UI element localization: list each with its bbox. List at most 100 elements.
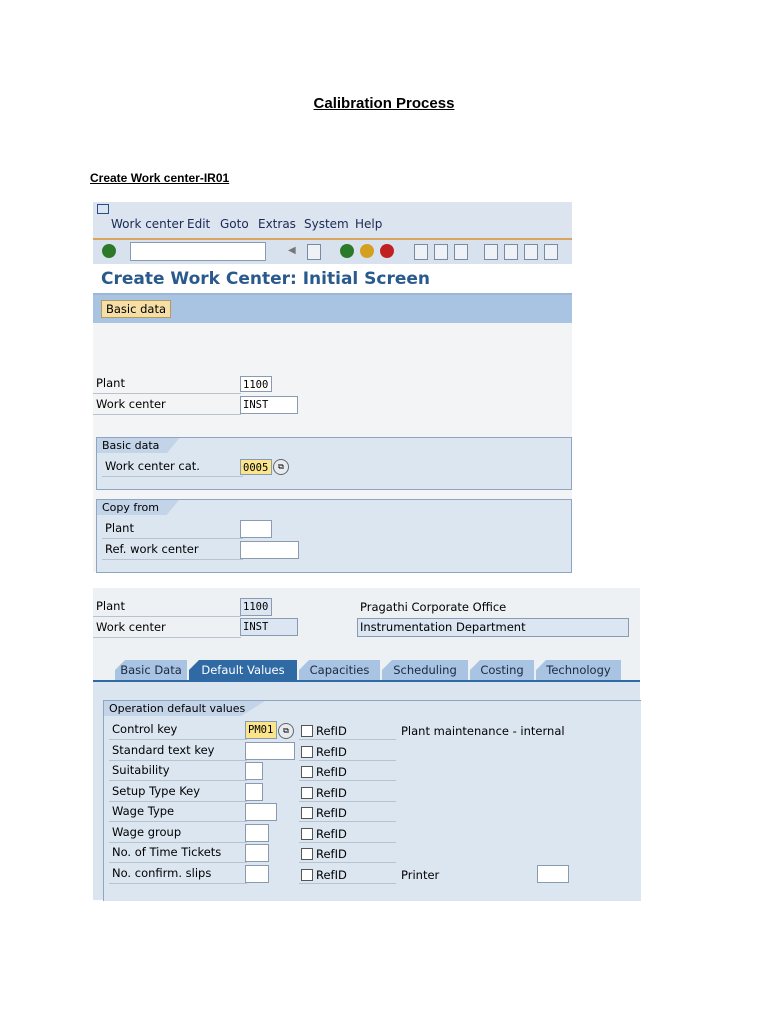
row-divider: [299, 862, 396, 863]
sap-screenshot-initial: Work center Edit Goto Extras System Help…: [93, 202, 572, 573]
ref-work-center-input[interactable]: [240, 541, 299, 559]
menu-work-center[interactable]: Work center: [111, 217, 184, 231]
row-label: Suitability: [109, 761, 247, 781]
back-arrow-icon[interactable]: ◀: [288, 244, 296, 258]
screen-title: Create Work Center: Initial Screen: [101, 269, 431, 289]
refid-label: RefID: [316, 765, 347, 779]
menu-help[interactable]: Help: [355, 217, 382, 231]
row-input[interactable]: [245, 844, 269, 862]
group-title: Operation default values: [104, 701, 266, 716]
menu-bar: Work center Edit Goto Extras System Help: [93, 202, 572, 240]
row-divider: [299, 739, 396, 740]
find-next-icon[interactable]: [454, 244, 468, 260]
menu-edit[interactable]: Edit: [187, 217, 210, 231]
sap-screenshot-default-values: Plant 1100 Pragathi Corporate Office Wor…: [93, 588, 641, 901]
work-center-label: Work center: [93, 618, 241, 638]
printer-input[interactable]: [537, 864, 569, 883]
plant-label: Plant: [93, 597, 241, 617]
title-bar: Create Work Center: Initial Screen: [93, 264, 572, 295]
refid-checkbox[interactable]: [301, 725, 313, 737]
menu-goto[interactable]: Goto: [220, 217, 249, 231]
refid-label: RefID: [316, 806, 347, 820]
row-input[interactable]: [245, 823, 269, 842]
row-label: Standard text key: [109, 741, 247, 761]
group-title: Basic data: [97, 438, 180, 453]
copy-plant-input[interactable]: [240, 520, 272, 538]
row-input[interactable]: PM01: [245, 721, 277, 739]
tab-technology[interactable]: Technology: [536, 660, 621, 680]
refid-checkbox[interactable]: [301, 766, 313, 778]
copy-from-group: Copy from Plant Ref. work center: [96, 499, 572, 573]
tab-panel: Operation default values Control key PM01…: [93, 680, 641, 901]
exit-icon[interactable]: [360, 244, 374, 258]
document-page: Calibration Process Create Work center-I…: [0, 0, 768, 1024]
command-field[interactable]: [130, 242, 266, 261]
tab-costing[interactable]: Costing: [470, 660, 534, 680]
row-label: Wage Type: [109, 802, 247, 822]
row-input[interactable]: [245, 803, 277, 821]
work-center-cat-label: Work center cat.: [102, 457, 243, 477]
row-label: Setup Type Key: [109, 782, 247, 802]
work-center-value: INST: [240, 618, 298, 636]
ref-work-center-label: Ref. work center: [102, 540, 243, 560]
group-title: Copy from: [97, 500, 179, 515]
previous-page-icon[interactable]: [504, 244, 518, 260]
tab-scheduling[interactable]: Scheduling: [382, 660, 468, 680]
row-divider: [299, 780, 396, 781]
row-divider: [299, 882, 396, 884]
row-label: Wage group: [109, 823, 247, 843]
refid-label: RefID: [316, 847, 347, 861]
tab-capacities[interactable]: Capacities: [299, 660, 380, 680]
value-help-icon[interactable]: ⧉: [273, 459, 289, 475]
first-page-icon[interactable]: [484, 244, 498, 260]
save-icon[interactable]: [307, 244, 321, 260]
row-label: No. confirm. slips: [109, 864, 247, 884]
find-icon[interactable]: [434, 244, 448, 260]
value-help-icon[interactable]: ⧉: [278, 723, 294, 739]
work-center-input[interactable]: INST: [240, 396, 298, 414]
print-icon[interactable]: [414, 244, 428, 260]
document-subtitle: Create Work center-IR01: [90, 171, 230, 185]
refid-checkbox[interactable]: [301, 786, 313, 799]
refid-checkbox[interactable]: [301, 827, 313, 840]
work-center-description: Instrumentation Department: [357, 618, 629, 637]
refid-label: RefID: [316, 724, 347, 738]
copy-plant-label: Plant: [102, 519, 243, 539]
row-input[interactable]: [245, 741, 295, 760]
row-label: No. of Time Tickets: [109, 843, 247, 863]
row-divider: [299, 821, 396, 822]
plant-input[interactable]: 1100: [240, 376, 272, 392]
application-toolbar: Basic data: [93, 295, 572, 323]
refid-checkbox[interactable]: [301, 868, 313, 881]
row-input[interactable]: [245, 782, 263, 801]
last-page-icon[interactable]: [544, 244, 558, 260]
refid-checkbox[interactable]: [301, 807, 313, 819]
document-title: Calibration Process: [313, 95, 455, 112]
row-input[interactable]: [245, 762, 263, 780]
tab-basic-data[interactable]: Basic Data: [115, 660, 187, 680]
row-divider: [299, 841, 396, 843]
refid-checkbox[interactable]: [301, 745, 313, 758]
work-center-label: Work center: [93, 395, 241, 415]
next-page-icon[interactable]: [524, 244, 538, 260]
refid-checkbox[interactable]: [301, 848, 313, 860]
menu-extras[interactable]: Extras: [258, 217, 296, 231]
back-icon[interactable]: [340, 244, 354, 258]
enter-icon[interactable]: [102, 244, 116, 258]
plant-value: 1100: [240, 598, 272, 616]
row-input[interactable]: [245, 864, 269, 883]
control-key-description: Plant maintenance - internal: [401, 724, 565, 738]
refid-label: RefID: [316, 744, 347, 759]
row-label: Control key: [109, 720, 247, 740]
tab-default-values[interactable]: Default Values: [189, 660, 297, 680]
basic-data-button[interactable]: Basic data: [101, 300, 172, 318]
menu-system[interactable]: System: [304, 217, 349, 231]
basic-data-group: Basic data Work center cat. 0005 ⧉: [96, 437, 572, 490]
printer-label: Printer: [401, 867, 440, 882]
refid-label: RefID: [316, 785, 347, 800]
menu-icon[interactable]: [97, 204, 109, 214]
work-center-cat-input[interactable]: 0005: [240, 459, 272, 475]
plant-description: Pragathi Corporate Office: [360, 600, 507, 614]
standard-toolbar: ◀: [93, 240, 572, 264]
cancel-icon[interactable]: [380, 244, 394, 258]
